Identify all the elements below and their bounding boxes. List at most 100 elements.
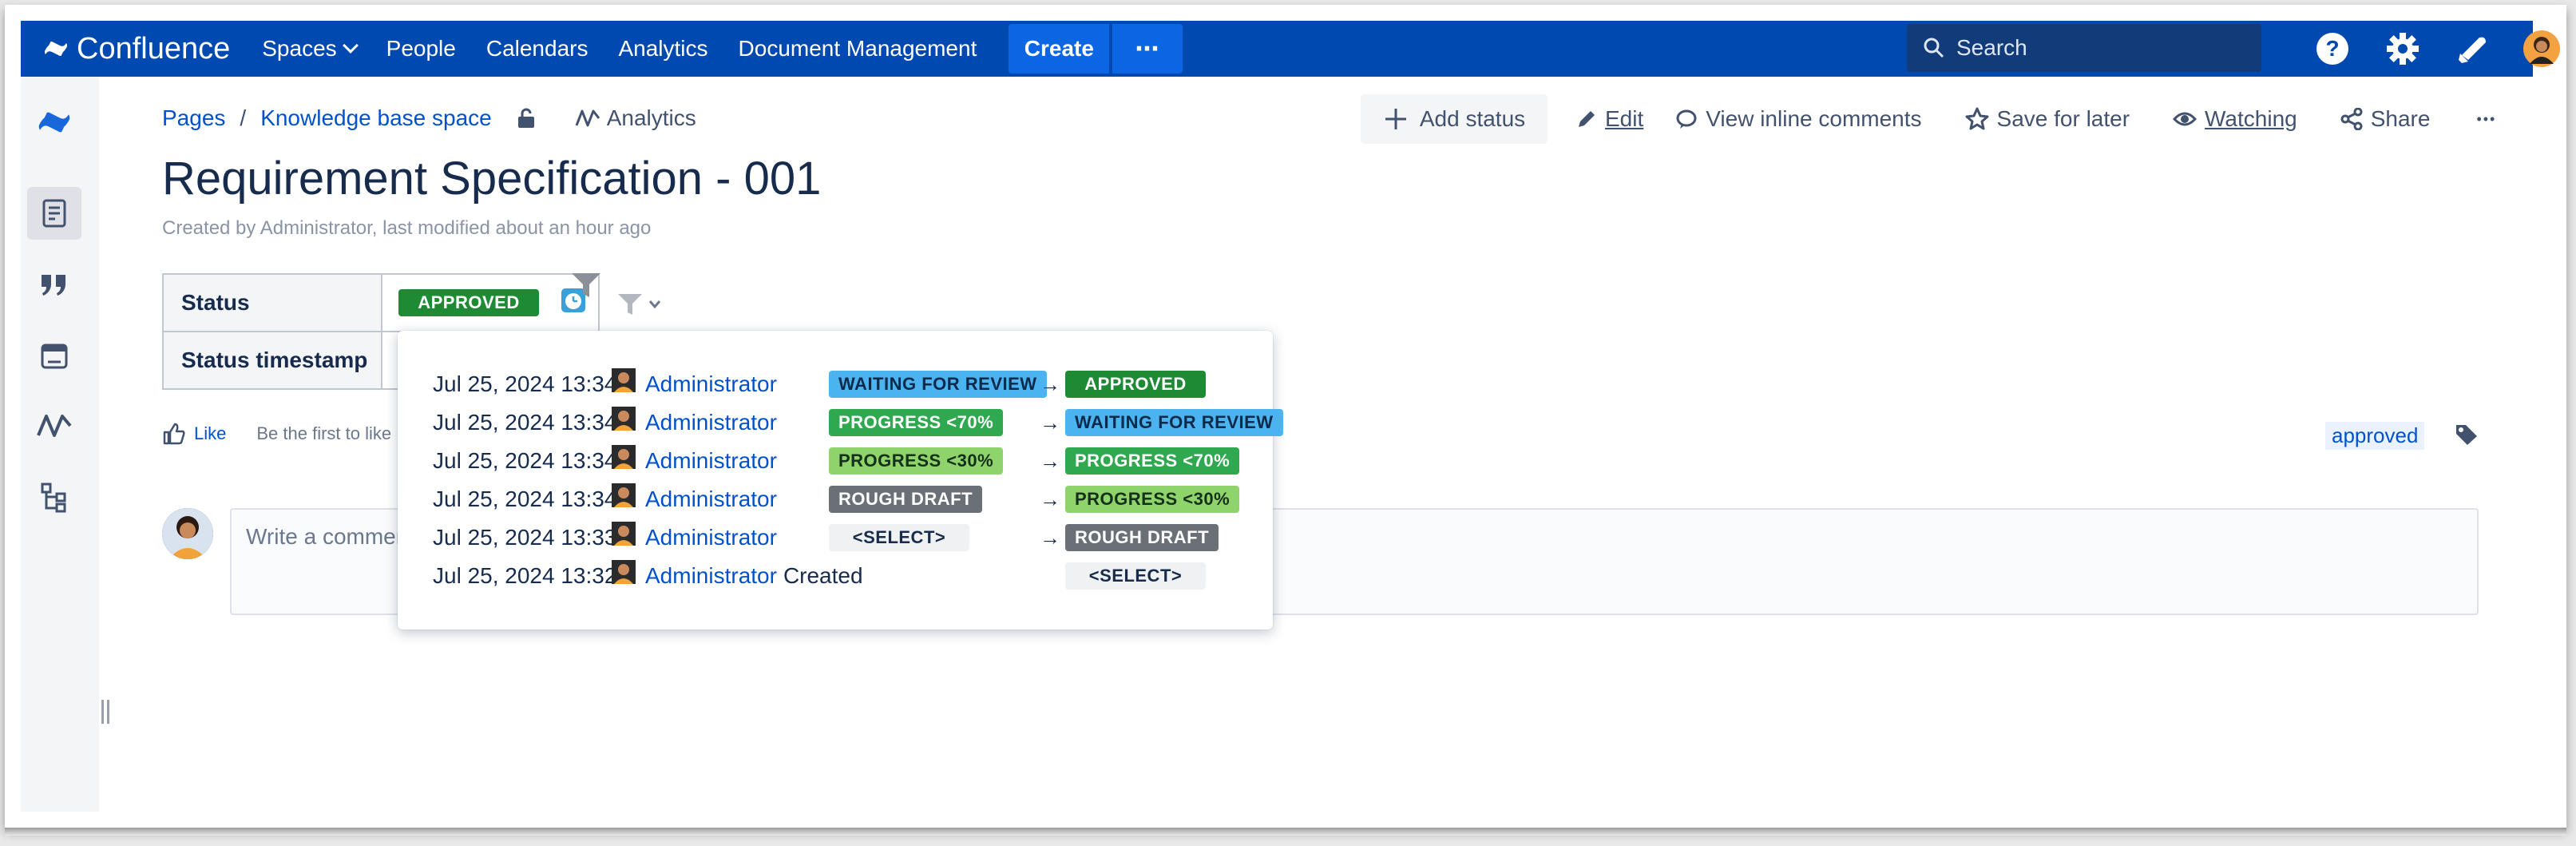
confluence-logo[interactable]: Confluence xyxy=(43,32,230,66)
star-icon xyxy=(1965,107,1989,130)
save-for-later-label: Save for later xyxy=(1996,106,2130,131)
nav-people[interactable]: People xyxy=(386,36,456,62)
avatar xyxy=(612,483,636,507)
page-analytics-link[interactable]: Analytics xyxy=(575,105,696,131)
more-actions-button[interactable]: ••• xyxy=(2476,111,2496,128)
nav-document-management-label: Document Management xyxy=(738,36,977,61)
top-navigation: Confluence Spaces People Calendars Analy… xyxy=(21,21,2560,77)
history-user[interactable]: Administrator xyxy=(645,410,777,435)
label-approved[interactable]: approved xyxy=(2325,422,2425,450)
status-timestamp-header: Status timestamp xyxy=(162,331,382,390)
like-button[interactable]: Like xyxy=(162,422,226,446)
quote-icon xyxy=(42,275,65,296)
status-badge: <SELECT> xyxy=(829,524,969,551)
status-badge: WAITING FOR REVIEW xyxy=(1065,409,1283,436)
edit-button[interactable]: Edit xyxy=(1576,106,1643,132)
nav-spaces-label: Spaces xyxy=(262,36,337,61)
nav-document-management[interactable]: Document Management xyxy=(739,36,977,62)
history-row: Jul 25, 2024 13:32 Administrator Created… xyxy=(433,559,1206,593)
arrow-right: → xyxy=(1040,371,1060,396)
share-label: Share xyxy=(2370,106,2431,131)
tree-icon xyxy=(41,483,66,513)
analytics-icon xyxy=(37,415,72,437)
sidebar-item-blog[interactable] xyxy=(27,259,81,312)
sidebar-item-calendar[interactable] xyxy=(27,329,81,382)
edit-label: Edit xyxy=(1605,106,1644,131)
watching-button[interactable]: Watching xyxy=(2173,106,2297,132)
save-for-later-button[interactable]: Save for later xyxy=(1965,106,2130,132)
calendar-icon xyxy=(41,344,68,369)
thumbs-up-icon xyxy=(163,423,185,445)
status-badge: PROGRESS <70% xyxy=(1065,447,1240,475)
confluence-logo-icon xyxy=(38,112,70,133)
breadcrumb: Pages / Knowledge base space Analytics xyxy=(162,105,696,131)
history-time: Jul 25, 2024 13:34 xyxy=(433,448,617,473)
status-badge[interactable]: APPROVED xyxy=(398,289,539,317)
left-sidebar xyxy=(21,77,99,812)
history-user[interactable]: Administrator xyxy=(645,448,777,474)
breadcrumb-pages[interactable]: Pages xyxy=(162,105,225,131)
analytics-icon xyxy=(575,109,600,127)
nav-people-label: People xyxy=(386,36,456,61)
help-icon[interactable]: ? xyxy=(2312,29,2352,69)
history-row: Jul 25, 2024 13:34 Administrator PROGRES… xyxy=(433,406,1283,439)
confluence-logo-icon xyxy=(45,42,67,56)
filter-icon[interactable] xyxy=(570,272,602,299)
create-button[interactable]: Create xyxy=(1009,24,1110,73)
history-row: Jul 25, 2024 13:34 Administrator PROGRES… xyxy=(433,444,1240,478)
page-title: Requirement Specification - 001 xyxy=(162,153,822,205)
chevron-down-icon xyxy=(342,38,359,54)
sidebar-item-analytics[interactable] xyxy=(27,399,81,452)
history-user[interactable]: Administrator xyxy=(645,563,777,589)
status-badge: APPROVED xyxy=(1065,371,1206,398)
sidebar-item-page-tree[interactable] xyxy=(27,471,81,524)
status-badge: <SELECT> xyxy=(1065,562,1206,590)
status-header: Status xyxy=(162,273,382,332)
status-badge: PROGRESS <70% xyxy=(829,409,1004,436)
view-inline-comments-button[interactable]: View inline comments xyxy=(1675,106,1922,132)
notification-icon[interactable] xyxy=(2453,29,2493,69)
arrow-right: → xyxy=(1040,525,1060,550)
arrow-right: → xyxy=(1040,448,1060,473)
history-created-text: Created xyxy=(783,563,863,588)
sidebar-item-pages[interactable] xyxy=(27,187,81,240)
history-row: Jul 25, 2024 13:34 Administrator WAITING… xyxy=(433,367,1206,401)
pencil-icon xyxy=(1579,111,1595,127)
eye-icon xyxy=(2173,112,2198,126)
avatar xyxy=(612,368,636,392)
sidebar-resize-handle[interactable] xyxy=(101,700,109,724)
sidebar-logo[interactable] xyxy=(27,96,81,149)
arrow-right: → xyxy=(1040,487,1060,511)
pages-icon xyxy=(42,199,66,228)
nav-spaces[interactable]: Spaces xyxy=(262,36,359,62)
nav-calendars[interactable]: Calendars xyxy=(486,36,589,62)
gear-icon[interactable] xyxy=(2383,29,2423,69)
comment-icon xyxy=(1676,109,1697,129)
search-input[interactable]: Search xyxy=(1907,24,2261,72)
create-more-button[interactable]: ⋯ xyxy=(1112,24,1183,73)
frame-shadow xyxy=(5,828,2566,836)
history-user[interactable]: Administrator xyxy=(645,487,777,512)
breadcrumb-space[interactable]: Knowledge base space xyxy=(260,105,492,131)
like-row: Like Be the first to like xyxy=(162,422,391,446)
avatar xyxy=(612,522,636,546)
page-analytics-label: Analytics xyxy=(606,105,696,130)
avatar[interactable] xyxy=(2522,29,2562,69)
nav-calendars-label: Calendars xyxy=(485,36,589,61)
filter-dropdown[interactable] xyxy=(616,292,661,316)
history-user[interactable]: Administrator xyxy=(645,525,777,550)
history-time: Jul 25, 2024 13:32 xyxy=(433,563,617,588)
nav-analytics[interactable]: Analytics xyxy=(618,36,707,62)
history-row: Jul 25, 2024 13:34 Administrator ROUGH D… xyxy=(433,483,1240,516)
history-user[interactable]: Administrator xyxy=(645,371,777,397)
lock-icon[interactable] xyxy=(516,107,537,129)
watching-label: Watching xyxy=(2205,106,2297,131)
history-time: Jul 25, 2024 13:34 xyxy=(433,487,617,511)
avatar xyxy=(612,560,636,584)
status-badge: ROUGH DRAFT xyxy=(829,486,983,513)
view-inline-comments-label: View inline comments xyxy=(1706,106,1922,131)
breadcrumb-separator: / xyxy=(240,105,247,130)
share-button[interactable]: Share xyxy=(2340,106,2431,132)
add-status-button[interactable]: Add status xyxy=(1361,94,1548,144)
tag-icon[interactable] xyxy=(2455,423,2479,446)
